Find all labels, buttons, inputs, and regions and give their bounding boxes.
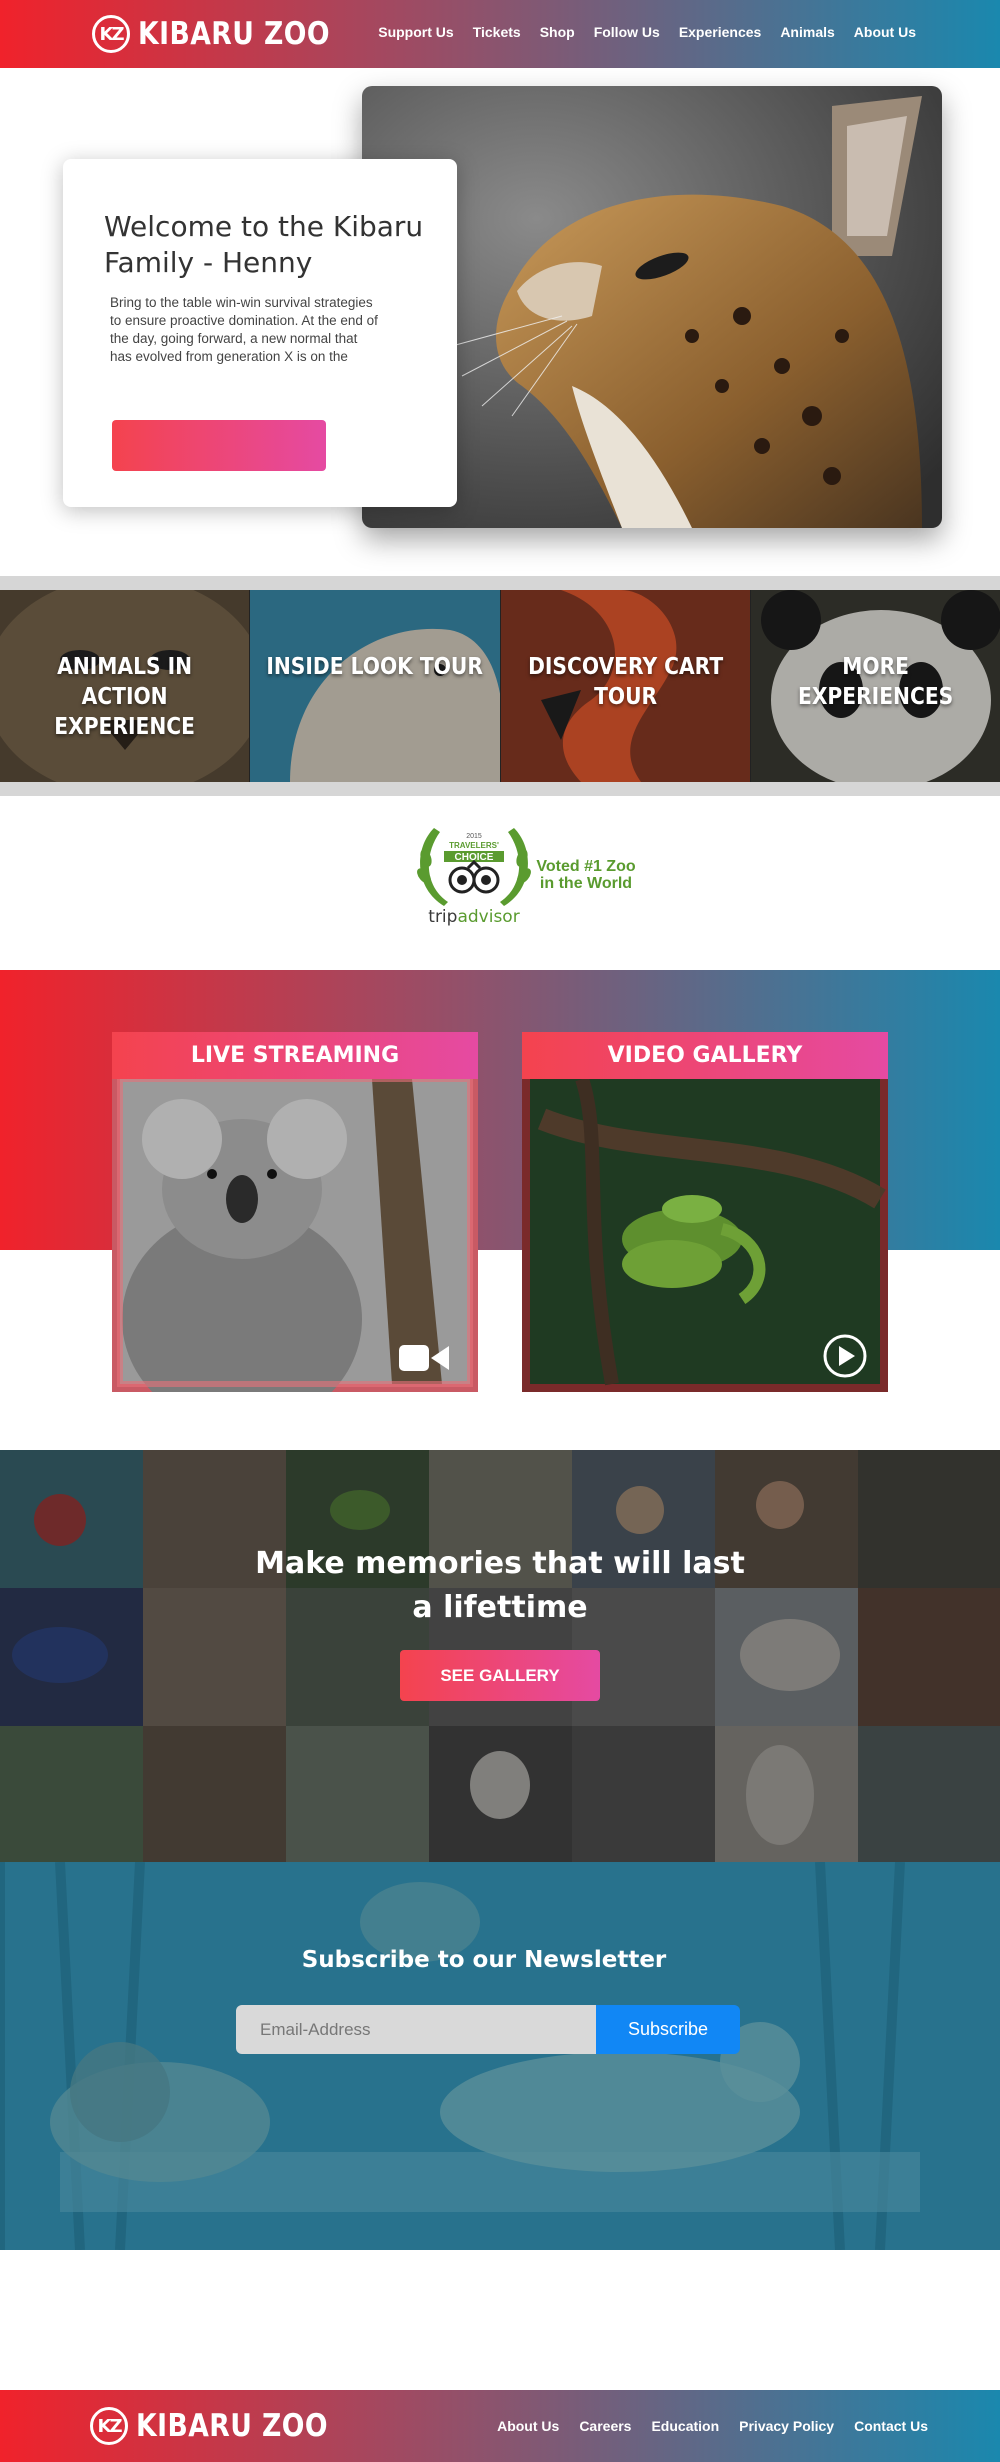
nav-support-us[interactable]: Support Us: [378, 24, 453, 40]
logo-mark-icon: KZ: [90, 2407, 128, 2445]
experience-tile-animals-in-action[interactable]: ANIMALS IN ACTION EXPERIENCE: [0, 590, 250, 782]
footer-logo[interactable]: KZ KIBARU ZOO: [90, 2405, 359, 2447]
live-streaming-title: LIVE STREAMING: [112, 1032, 478, 1079]
video-gallery-card[interactable]: VIDEO GALLERY: [522, 1032, 888, 1392]
see-gallery-button[interactable]: SEE GALLERY: [400, 1650, 600, 1701]
video-camera-icon[interactable]: [397, 1341, 453, 1375]
nav-animals[interactable]: Animals: [780, 24, 834, 40]
award-tagline: Voted #1 Zoo in the World: [536, 858, 636, 892]
video-gallery-title: VIDEO GALLERY: [522, 1032, 888, 1079]
nav-follow-us[interactable]: Follow Us: [594, 24, 660, 40]
experience-label: INSIDE LOOK TOUR: [266, 654, 484, 680]
lions-background-image: [0, 1862, 1000, 2250]
logo-text: KIBARU ZOO: [138, 16, 330, 52]
welcome-cta-button[interactable]: [112, 420, 326, 471]
experience-tile-inside-look[interactable]: INSIDE LOOK TOUR: [249, 590, 500, 782]
footer-link-careers[interactable]: Careers: [579, 2418, 631, 2434]
video-gallery-preview[interactable]: [522, 1079, 888, 1392]
gallery-heading: Make memories that will last a lifettime: [255, 1546, 745, 1625]
email-input[interactable]: [236, 2005, 596, 2054]
svg-text:tripadvisor: tripadvisor: [428, 907, 519, 927]
experience-tile-more[interactable]: MORE EXPERIENCES: [749, 590, 1000, 782]
nav-tickets[interactable]: Tickets: [473, 24, 521, 40]
newsletter-section: Subscribe to our Newsletter Subscribe: [0, 1862, 1000, 2250]
site-footer: KZ KIBARU ZOO About Us Careers Education…: [0, 2390, 1000, 2462]
subscribe-button[interactable]: Subscribe: [596, 2005, 740, 2054]
welcome-body: Bring to the table win-win survival stra…: [110, 295, 378, 364]
footer-nav: About Us Careers Education Privacy Polic…: [497, 2418, 928, 2434]
site-header: KZ KIBARU ZOO Support Us Tickets Shop Fo…: [0, 0, 1000, 68]
experience-label: DISCOVERY CART TOUR: [527, 654, 723, 710]
footer-link-contact-us[interactable]: Contact Us: [854, 2418, 928, 2434]
welcome-card: Welcome to the Kibaru Family - Henny Bri…: [63, 159, 457, 507]
footer-link-about-us[interactable]: About Us: [497, 2418, 559, 2434]
experience-label: MORE EXPERIENCES: [797, 654, 953, 710]
nav-experiences[interactable]: Experiences: [679, 24, 762, 40]
svg-text:TRAVELERS': TRAVELERS': [449, 841, 499, 850]
experience-label: ANIMALS IN ACTION EXPERIENCE: [54, 654, 195, 740]
logo-mark-icon: KZ: [92, 15, 130, 53]
logo[interactable]: KZ KIBARU ZOO: [92, 13, 361, 55]
divider-bar: [0, 576, 1000, 590]
live-streaming-card[interactable]: LIVE STREAMING: [112, 1032, 478, 1392]
live-streaming-preview[interactable]: [112, 1079, 478, 1392]
newsletter-title: Subscribe to our Newsletter: [301, 1947, 667, 1973]
nav-shop[interactable]: Shop: [540, 24, 575, 40]
gallery-section: Make memories that will last a lifettime…: [0, 1450, 1000, 1862]
divider-bar: [0, 782, 1000, 796]
footer-link-education[interactable]: Education: [651, 2418, 719, 2434]
experiences-strip: ANIMALS IN ACTION EXPERIENCE INSIDE LOOK…: [0, 590, 1000, 782]
footer-link-privacy-policy[interactable]: Privacy Policy: [739, 2418, 834, 2434]
main-nav: Support Us Tickets Shop Follow Us Experi…: [378, 24, 916, 40]
experience-tile-discovery-cart[interactable]: DISCOVERY CART TOUR: [499, 590, 750, 782]
welcome-title: Welcome to the Kibaru Family - Henny: [104, 210, 424, 279]
play-circle-icon[interactable]: [822, 1333, 868, 1379]
nav-about-us[interactable]: About Us: [854, 24, 916, 40]
svg-text:2015: 2015: [466, 833, 482, 840]
logo-text: KIBARU ZOO: [136, 2408, 328, 2444]
tripadvisor-award[interactable]: 2015 TRAVELERS' CHOICE tripadvisor Voted…: [404, 818, 644, 934]
